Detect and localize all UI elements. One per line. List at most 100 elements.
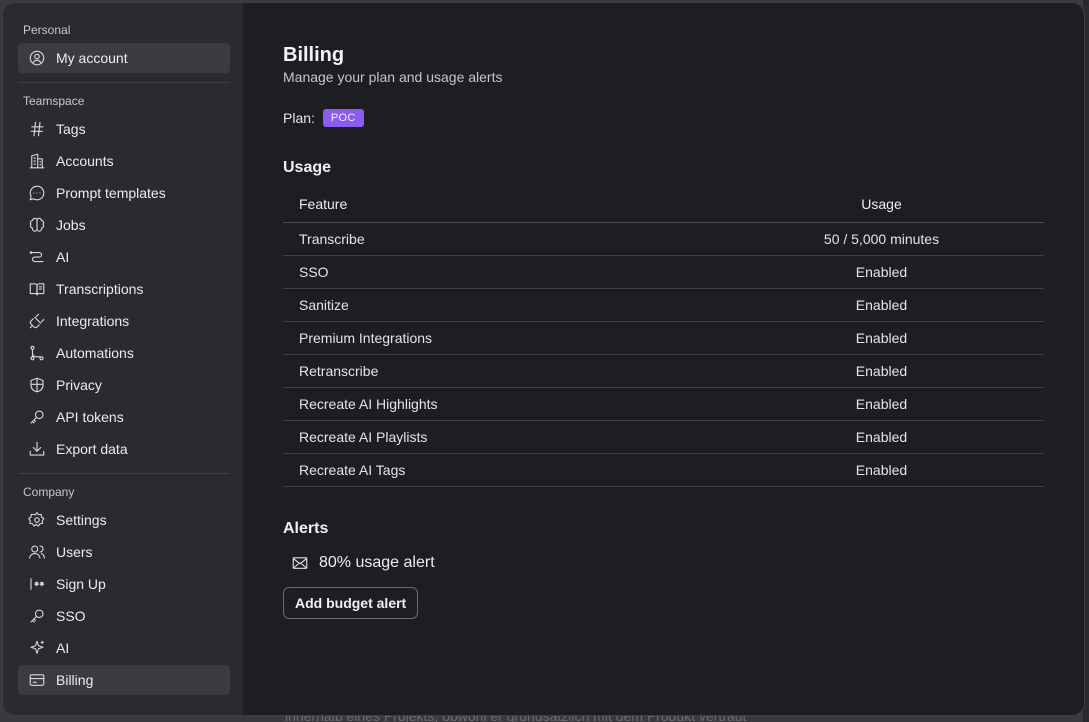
sidebar-item-billing[interactable]: Billing — [18, 665, 230, 695]
sidebar-item-label: Export data — [56, 441, 128, 457]
plan-label: Plan: — [283, 110, 315, 126]
sidebar-item-label: Integrations — [56, 313, 130, 329]
usage-cell: Enabled — [719, 453, 1044, 487]
sidebar-item-sign-up[interactable]: Sign Up — [18, 569, 230, 599]
usage-cell: Enabled — [719, 255, 1044, 289]
chat-bubble-icon — [27, 183, 47, 203]
page-title: Billing — [283, 44, 345, 66]
table-header-row: Feature Usage — [283, 186, 1044, 223]
sidebar-item-users[interactable]: Users — [18, 537, 230, 567]
brain-icon — [27, 215, 47, 235]
feature-cell: Recreate AI Playlists — [283, 420, 719, 454]
building-icon — [27, 151, 47, 171]
sidebar-item-label: AI — [56, 249, 70, 265]
password-cursor-icon — [27, 574, 47, 594]
sidebar-item-integrations[interactable]: Integrations — [18, 306, 230, 336]
section-label-company: Company — [23, 485, 75, 499]
feature-cell: Recreate AI Tags — [283, 453, 719, 487]
sidebar-item-my-account[interactable]: My account — [18, 43, 230, 73]
sidebar-item-label: SSO — [56, 608, 86, 624]
page-subtitle: Manage your plan and usage alerts — [283, 69, 503, 85]
sidebar-item-automations[interactable]: Automations — [18, 338, 230, 368]
user-circle-icon — [27, 48, 47, 68]
sidebar-item-ai[interactable]: AI — [18, 633, 230, 663]
sidebar-item-label: Automations — [56, 345, 134, 361]
feature-cell: SSO — [283, 255, 719, 289]
alert-label: 80% usage alert — [319, 553, 435, 571]
sidebar-item-label: API tokens — [56, 409, 124, 425]
key-icon — [27, 606, 47, 626]
usage-cell: Enabled — [719, 354, 1044, 388]
table-row: Recreate AI Highlights Enabled — [283, 387, 1044, 421]
add-budget-alert-button[interactable]: Add budget alert — [283, 586, 419, 619]
route-icon — [27, 247, 47, 267]
sidebar-item-label: Prompt templates — [56, 185, 166, 201]
sidebar-item-api-tokens[interactable]: API tokens — [18, 402, 230, 432]
table-row: Transcribe 50 / 5,000 minutes — [283, 222, 1044, 256]
sidebar-item-privacy[interactable]: Privacy — [18, 370, 230, 400]
column-header-feature: Feature — [283, 186, 719, 223]
settings-modal: Personal My account Teamspace Tags Accoun… — [3, 3, 1084, 715]
plug-icon — [27, 311, 47, 331]
sidebar-item-label: Billing — [56, 672, 94, 688]
table-row: Retranscribe Enabled — [283, 354, 1044, 388]
table-row: Sanitize Enabled — [283, 288, 1044, 322]
git-branch-icon — [27, 343, 47, 363]
alerts-heading: Alerts — [283, 519, 329, 537]
sidebar-item-export-data[interactable]: Export data — [18, 434, 230, 464]
usage-cell: Enabled — [719, 321, 1044, 355]
hash-icon — [27, 119, 47, 139]
sidebar-item-transcriptions[interactable]: Transcriptions — [18, 274, 230, 304]
sidebar-item-label: Sign Up — [56, 576, 106, 592]
plan-row: Plan: POC — [283, 109, 1046, 127]
divider — [18, 473, 230, 474]
sidebar-item-tags[interactable]: Tags — [18, 114, 230, 144]
usage-heading: Usage — [283, 159, 332, 176]
gear-icon — [27, 510, 47, 530]
users-icon — [27, 542, 47, 562]
download-tray-icon — [27, 439, 47, 459]
usage-table: Feature Usage Transcribe 50 / 5,000 minut… — [283, 186, 1044, 487]
sidebar-item-label: Users — [56, 544, 93, 560]
sidebar-item-label: Settings — [56, 512, 107, 528]
sidebar-item-label: AI — [56, 640, 70, 656]
sidebar-item-ai[interactable]: AI — [18, 242, 230, 272]
key-icon — [27, 407, 47, 427]
feature-cell: Retranscribe — [283, 354, 719, 388]
book-open-icon — [27, 279, 47, 299]
sidebar-item-sso[interactable]: SSO — [18, 601, 230, 631]
sidebar-item-label: My account — [56, 50, 128, 66]
sparkle-icon — [27, 638, 47, 658]
table-row: Premium Integrations Enabled — [283, 321, 1044, 355]
usage-cell: Enabled — [719, 420, 1044, 454]
sidebar-item-label: Accounts — [56, 153, 114, 169]
table-row: SSO Enabled — [283, 255, 1044, 289]
section-label-teamspace: Teamspace — [23, 94, 85, 108]
sidebar-item-jobs[interactable]: Jobs — [18, 210, 230, 240]
feature-cell: Recreate AI Highlights — [283, 387, 719, 421]
feature-cell: Transcribe — [283, 222, 719, 256]
table-row: Recreate AI Playlists Enabled — [283, 420, 1044, 454]
sidebar-item-settings[interactable]: Settings — [18, 505, 230, 535]
sidebar: Personal My account Teamspace Tags Accoun… — [3, 3, 243, 715]
usage-cell: Enabled — [719, 288, 1044, 322]
sidebar-item-accounts[interactable]: Accounts — [18, 146, 230, 176]
sidebar-item-prompt-templates[interactable]: Prompt templates — [18, 178, 230, 208]
column-header-usage: Usage — [719, 186, 1044, 223]
usage-cell: Enabled — [719, 387, 1044, 421]
credit-card-icon — [27, 670, 47, 690]
divider — [18, 82, 230, 83]
sidebar-item-label: Tags — [56, 121, 86, 137]
feature-cell: Premium Integrations — [283, 321, 719, 355]
feature-cell: Sanitize — [283, 288, 719, 322]
sidebar-item-label: Jobs — [56, 217, 86, 233]
alert-item: 80% usage alert — [291, 554, 1046, 572]
envelope-icon — [292, 556, 308, 569]
usage-cell: 50 / 5,000 minutes — [719, 222, 1044, 256]
sidebar-item-label: Transcriptions — [56, 281, 144, 297]
billing-panel: Billing Manage your plan and usage alert… — [243, 3, 1084, 715]
shield-icon — [27, 375, 47, 395]
section-label-personal: Personal — [23, 23, 71, 37]
plan-badge: POC — [322, 109, 364, 127]
table-row: Recreate AI Tags Enabled — [283, 453, 1044, 487]
